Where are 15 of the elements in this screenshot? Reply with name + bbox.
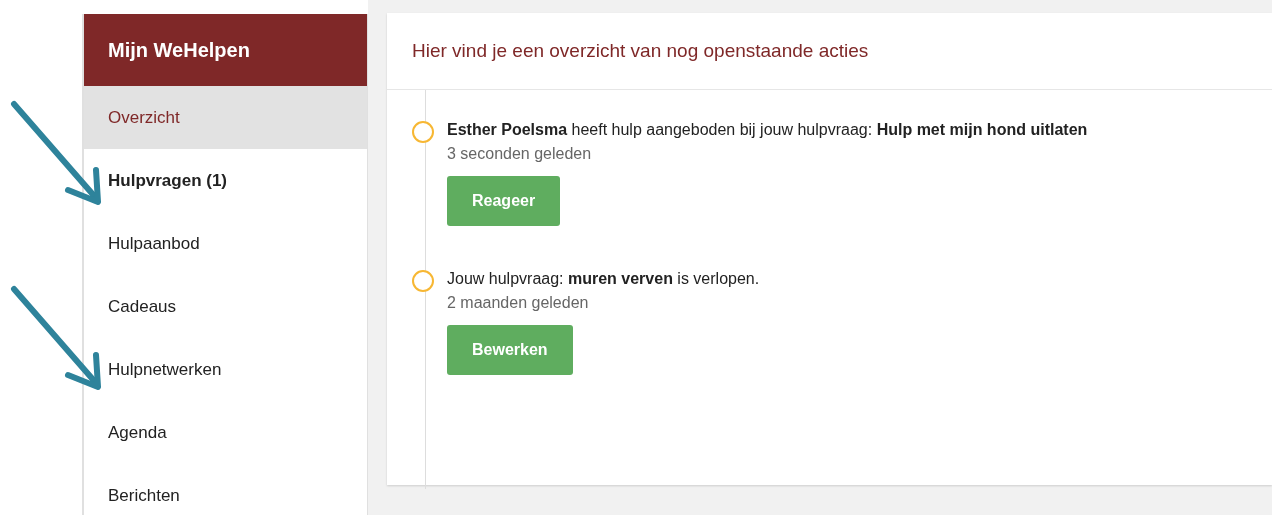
- sidebar-item[interactable]: Hulpvragen (1): [84, 149, 367, 212]
- sidebar-title: Mijn WeHelpen: [108, 38, 250, 62]
- sidebar-item[interactable]: Overzicht: [84, 86, 367, 149]
- action-message: Esther Poelsma heeft hulp aangeboden bij jouw hulpvraag: Hulp met mijn hond uitlaten: [447, 120, 1088, 140]
- timeline-circle-icon: [412, 121, 434, 143]
- action-time: 3 seconden geleden: [447, 145, 593, 163]
- sidebar-item[interactable]: Hulpaanbod: [84, 212, 367, 275]
- page-title: Hier vind je een overzicht van nog openstaande acties: [387, 13, 1272, 90]
- sidebar-item[interactable]: Hulpnetwerken: [84, 338, 367, 401]
- action-message: Jouw hulpvraag: muren verven is verlopen.: [447, 269, 760, 289]
- sidebar-item[interactable]: Cadeaus: [84, 275, 367, 338]
- action-time: 2 maanden geleden: [447, 294, 590, 312]
- sidebar-item[interactable]: Berichten: [84, 464, 367, 515]
- timeline-circle-icon: [412, 270, 434, 292]
- sidebar-item[interactable]: Agenda: [84, 401, 367, 464]
